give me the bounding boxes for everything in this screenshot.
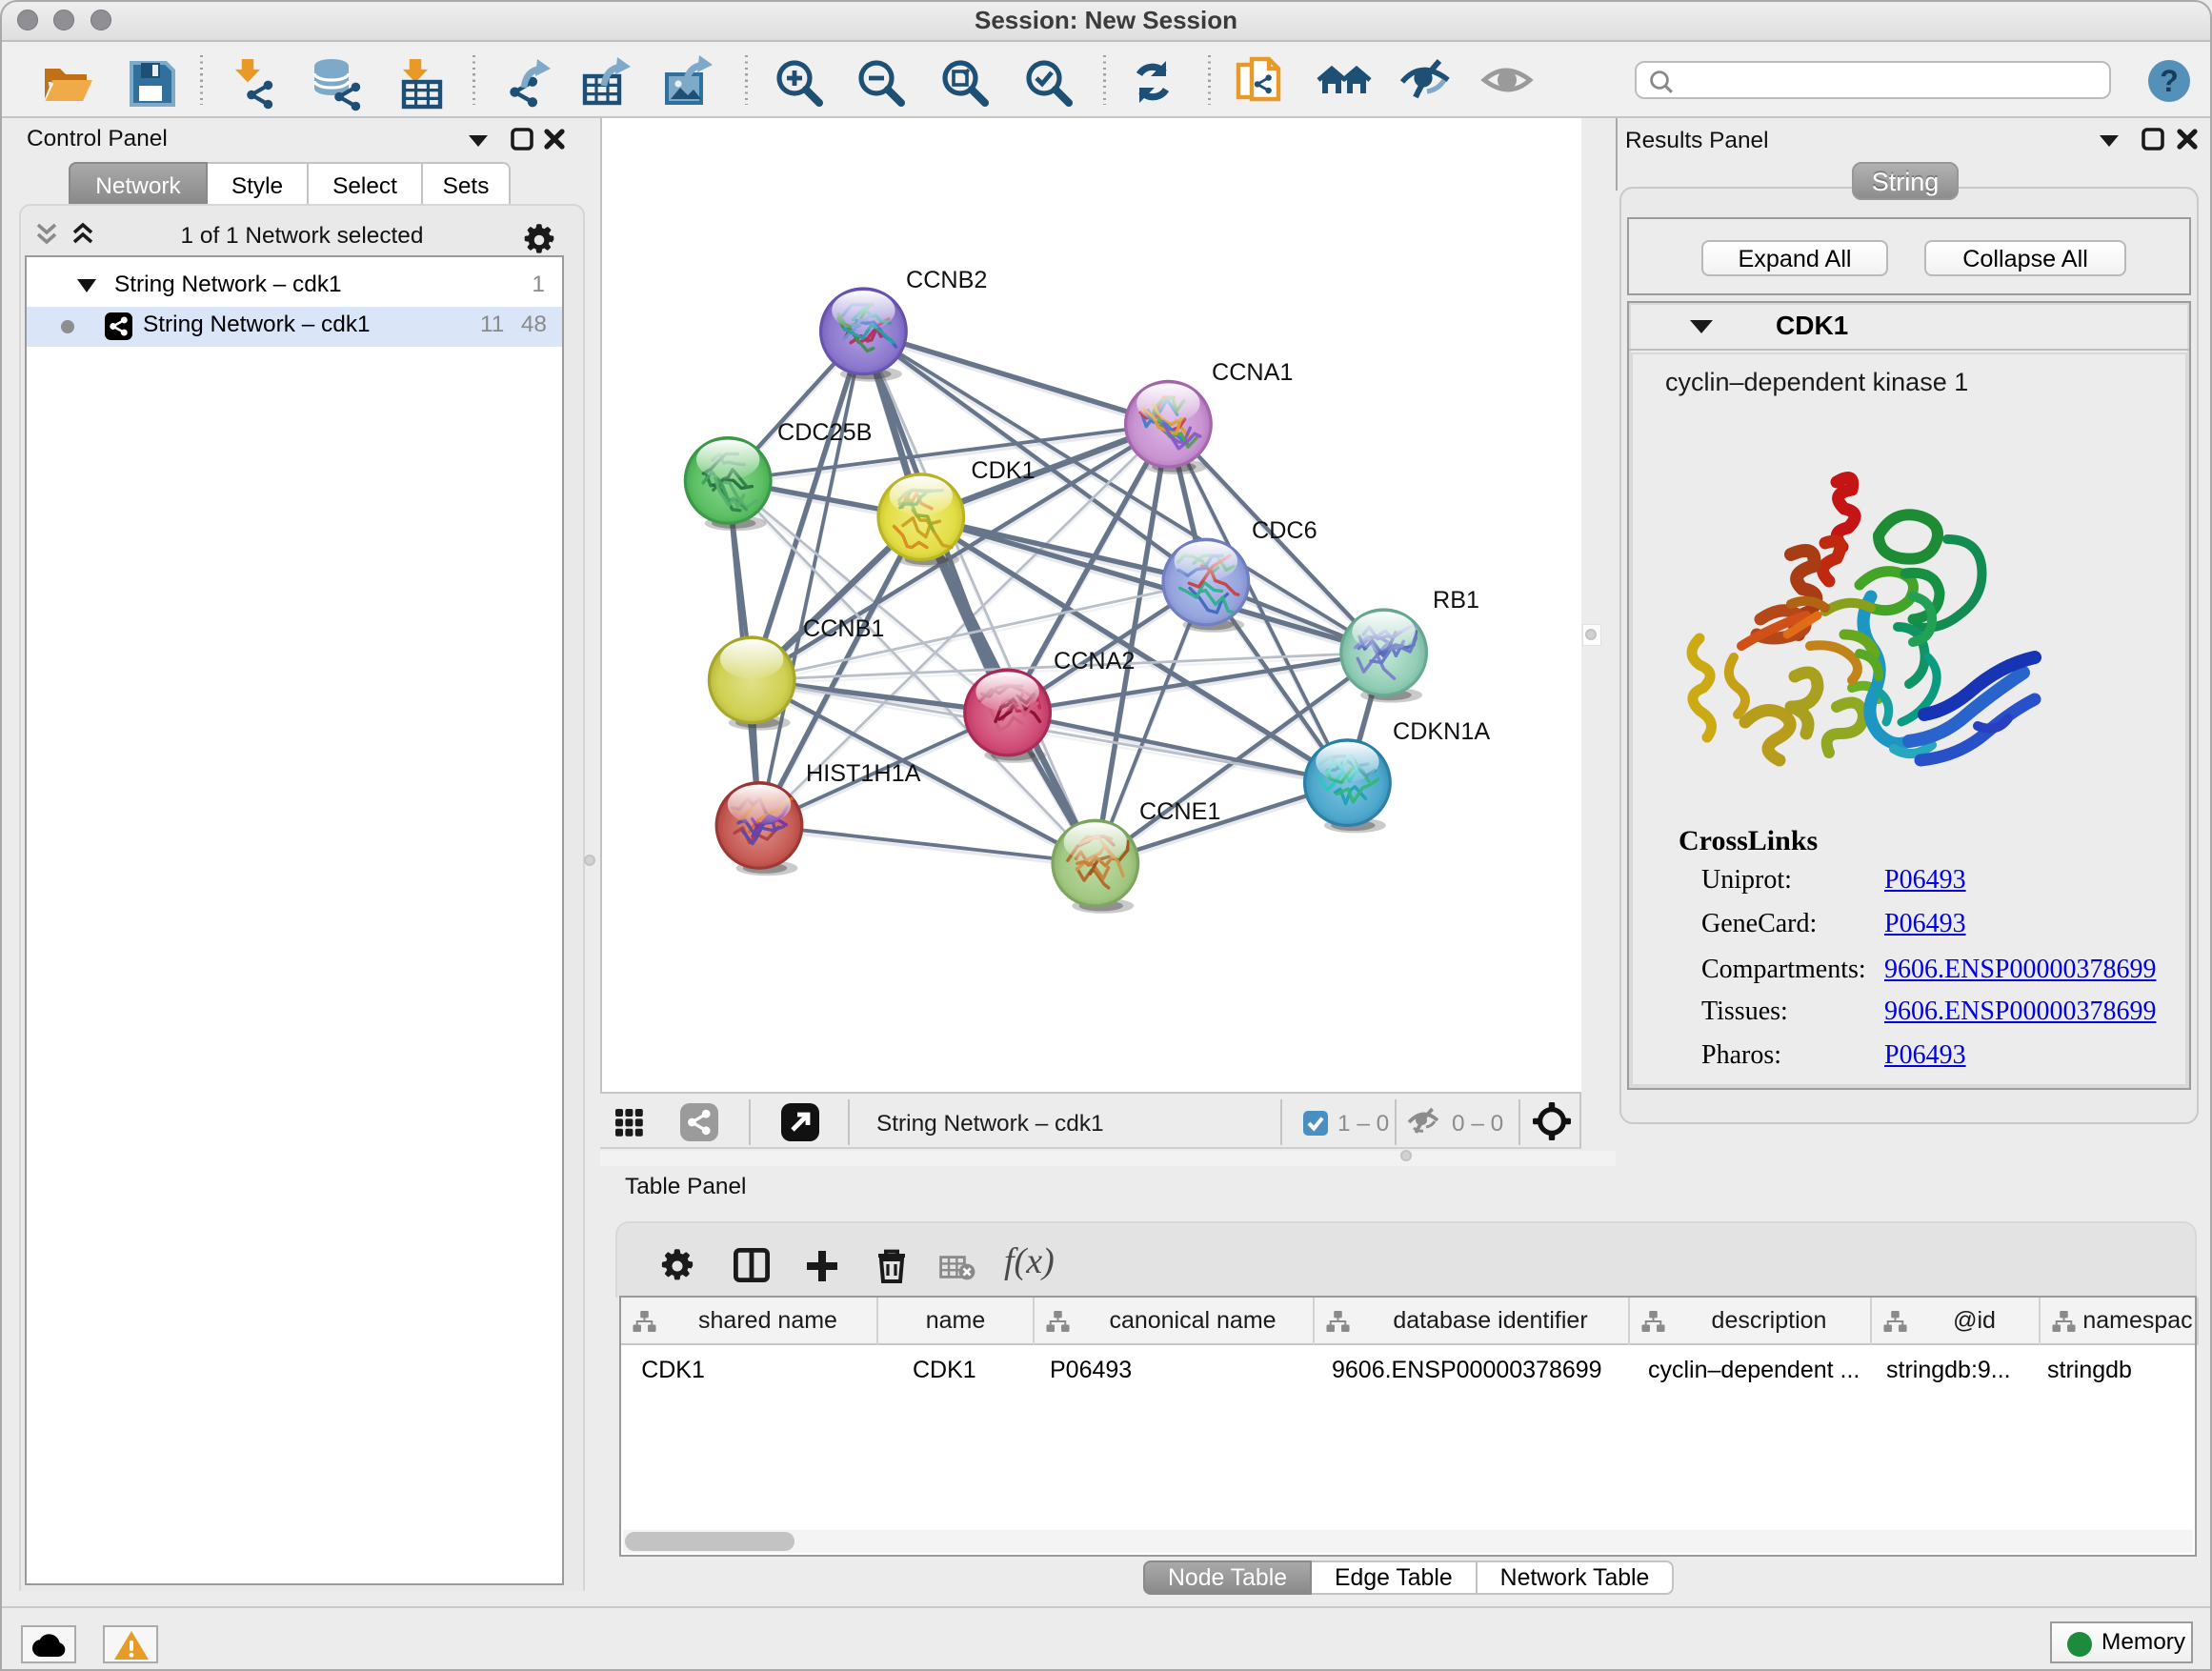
svg-text:?: ? xyxy=(2160,64,2179,98)
